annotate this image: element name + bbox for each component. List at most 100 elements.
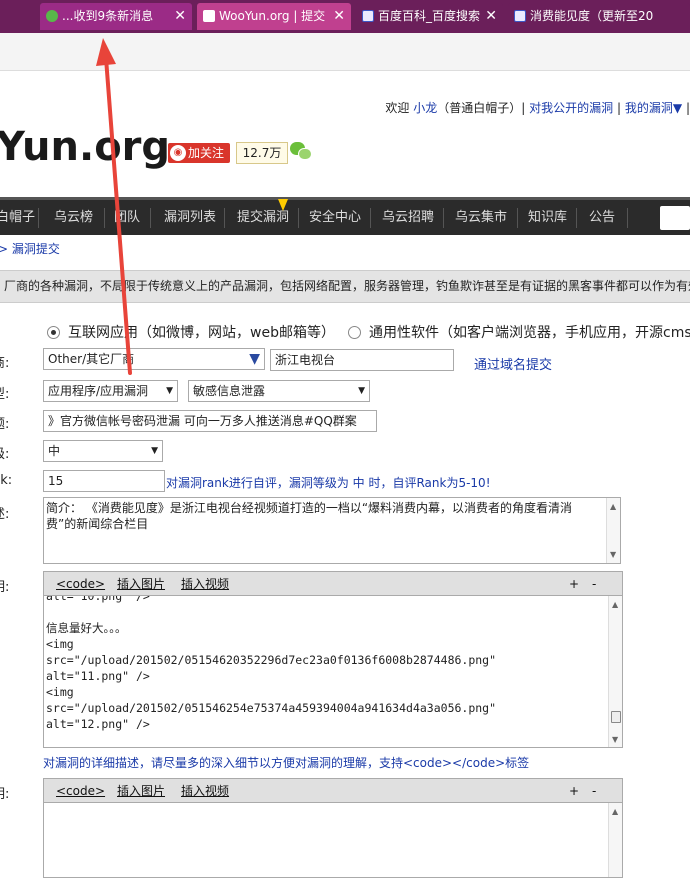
- chevron-down-icon: ▼: [358, 386, 365, 396]
- vendor-select[interactable]: Other/其它厂商 ▼: [43, 348, 265, 370]
- nav-item-announcements[interactable]: 公告: [589, 200, 615, 235]
- code-line: alt="10.png" />: [46, 596, 150, 603]
- category-select[interactable]: 应用程序/应用漏洞 ▼: [43, 380, 178, 402]
- insert-code-button[interactable]: <code>: [56, 572, 105, 596]
- insert-code-button[interactable]: <code>: [56, 779, 105, 803]
- notice-banner: 厂商的各种漏洞，不局限于传统意义上的产品漏洞，包括网络配置，服务器管理，钓鱼欺诈…: [0, 270, 690, 303]
- tab-wooyun-submit[interactable]: WooYun.org | 提交 ✕: [197, 3, 351, 30]
- detail-hint: 对漏洞的详细描述，请尽量多的深入细节以方便对漏洞的理解，支持<code></co…: [43, 756, 530, 770]
- nav-item-jobs[interactable]: 乌云招聘: [382, 200, 434, 235]
- breadcrumb[interactable]: > 漏洞提交: [0, 240, 60, 257]
- welcome-text: 欢迎: [385, 101, 410, 115]
- close-icon[interactable]: ✕: [485, 3, 497, 30]
- rank-hint: 对漏洞rank进行自评，漏洞等级为 中 时，自评Rank为5-10!: [166, 476, 491, 490]
- code-line: alt="11.png" />: [46, 669, 150, 683]
- level-select[interactable]: 中 ▼: [43, 440, 163, 462]
- tab-baidu-baike[interactable]: 百度百科_百度搜索 ✕: [356, 3, 503, 30]
- scrollbar[interactable]: ▲ ▼: [606, 498, 620, 563]
- proof-label: 明:: [0, 787, 10, 802]
- lightning-icon: [278, 199, 288, 211]
- level-label: 级:: [0, 447, 10, 462]
- code-line: 信息量好大。。。: [46, 621, 127, 635]
- title-input[interactable]: 》官方微信帐号密码泄漏 可向一万多人推送消息#QQ群案: [43, 410, 377, 432]
- expand-button[interactable]: +: [569, 572, 579, 596]
- category-label: 型:: [0, 387, 10, 402]
- nav-item-team[interactable]: 团队: [114, 200, 140, 235]
- tab-messages[interactable]: ...收到9条新消息 ✕: [40, 3, 192, 30]
- tab-title: ...收到9条新消息: [62, 9, 154, 23]
- detail-label: 明:: [0, 580, 10, 595]
- rank-label: nk:: [0, 473, 13, 488]
- main-nav: 白帽子 乌云榜 团队 漏洞列表 提交漏洞 安全中心 乌云招聘 乌云集市 知识库 …: [0, 197, 690, 235]
- code-line: alt="12.png" />: [46, 717, 150, 731]
- insert-video-button[interactable]: 插入视频: [181, 572, 229, 596]
- chevron-down-icon: ▼: [166, 386, 173, 396]
- subcategory-select[interactable]: 敏感信息泄露 ▼: [188, 380, 370, 402]
- fans-count: 12.7万: [236, 142, 288, 164]
- wechat-icon: [46, 10, 58, 22]
- level-value: 中: [48, 444, 61, 458]
- nav-item-knowledge[interactable]: 知识库: [528, 200, 567, 235]
- description-text: 简介： 《消费能见度》是浙江电视台经视频道打造的一档以“爆料消费内幕，以消费者的…: [46, 501, 573, 531]
- category-value: 应用程序/应用漏洞: [48, 384, 149, 398]
- code-line: <img: [46, 685, 74, 699]
- wechat-icon[interactable]: [290, 142, 312, 162]
- close-icon[interactable]: ✕: [333, 3, 345, 30]
- vendor-name-input[interactable]: 浙江电视台: [270, 349, 454, 371]
- vendor-value: Other/其它厂商: [48, 352, 135, 366]
- browser-tab-bar: ...收到9条新消息 ✕ WooYun.org | 提交 ✕ 百度百科_百度搜索…: [0, 0, 690, 33]
- domain-submit-link[interactable]: 通过域名提交: [474, 354, 552, 373]
- nav-item-whitehat[interactable]: 白帽子: [0, 200, 35, 235]
- nav-item-market[interactable]: 乌云集市: [455, 200, 507, 235]
- tab-title: WooYun.org | 提交: [219, 9, 326, 23]
- title-label: 题:: [0, 417, 10, 432]
- tab-consumer-visibility[interactable]: 消费能见度（更新至20: [508, 3, 690, 30]
- rank-input[interactable]: 15: [43, 470, 165, 492]
- nav-item-security-center[interactable]: 安全中心: [309, 200, 361, 235]
- editor-toolbar: <code> 插入图片 插入视频 + -: [44, 572, 622, 596]
- proof-editor[interactable]: <code> 插入图片 插入视频 + - ▲: [43, 778, 623, 878]
- shrink-button[interactable]: -: [592, 779, 596, 803]
- separator: |: [685, 101, 690, 115]
- radio-general-software-label: 通用性软件（如客户端浏览器，手机应用，开源cms: [369, 325, 690, 341]
- code-line: src="/upload/201502/051546254e75374a4593…: [46, 701, 497, 715]
- subcategory-value: 敏感信息泄露: [193, 384, 266, 398]
- separator: |: [617, 101, 622, 115]
- separator: |: [521, 101, 526, 115]
- shrink-button[interactable]: -: [592, 572, 596, 596]
- user-bar: 欢迎 小龙（普通白帽子）| 对我公开的漏洞 | 我的漏洞▼ |: [385, 99, 690, 116]
- insert-image-button[interactable]: 插入图片: [117, 779, 165, 803]
- expand-button[interactable]: +: [569, 779, 579, 803]
- vendor-label: 商:: [0, 356, 10, 371]
- my-bugs-link[interactable]: 我的漏洞▼: [625, 101, 682, 115]
- nav-item-bug-list[interactable]: 漏洞列表: [164, 200, 216, 235]
- close-icon[interactable]: ✕: [174, 3, 186, 30]
- insert-image-button[interactable]: 插入图片: [117, 572, 165, 596]
- insert-video-button[interactable]: 插入视频: [181, 779, 229, 803]
- follow-label: 加关注: [188, 146, 225, 160]
- chevron-down-icon: ▼: [249, 351, 260, 367]
- baidu-icon: [514, 10, 526, 22]
- tab-title: 百度百科_百度搜索: [378, 9, 481, 23]
- user-role: （普通白帽子）: [437, 101, 522, 115]
- site-logo[interactable]: Yun.org: [0, 124, 170, 170]
- nav-item-ranking[interactable]: 乌云榜: [54, 200, 93, 235]
- description-textarea[interactable]: 简介： 《消费能见度》是浙江电视台经视频道打造的一档以“爆料消费内幕，以消费者的…: [43, 497, 621, 564]
- editor-toolbar: <code> 插入图片 插入视频 + -: [44, 779, 622, 803]
- code-line: <img: [46, 637, 74, 651]
- search-input[interactable]: [660, 206, 690, 230]
- public-bugs-link[interactable]: 对我公开的漏洞: [529, 101, 613, 115]
- desc-label: 述:: [0, 507, 10, 522]
- weibo-follow-button[interactable]: ◉ 加关注: [168, 143, 230, 163]
- radio-general-software[interactable]: [348, 326, 361, 339]
- detail-editor[interactable]: <code> 插入图片 插入视频 + - alt="10.png" /> 信息量…: [43, 571, 623, 748]
- tab-title: 消费能见度（更新至20: [530, 9, 654, 23]
- username-link[interactable]: 小龙: [413, 101, 437, 115]
- scrollbar[interactable]: ▲: [608, 803, 622, 877]
- scrollbar[interactable]: ▲ ▼: [608, 596, 622, 747]
- code-line: src="/upload/201502/05154620352296d7ec23…: [46, 653, 497, 667]
- radio-internet-app-label: 互联网应用（如微博，网站，web邮箱等）: [68, 325, 335, 341]
- chevron-down-icon: ▼: [151, 446, 158, 456]
- radio-internet-app[interactable]: [47, 326, 60, 339]
- weibo-icon: ◉: [170, 145, 186, 161]
